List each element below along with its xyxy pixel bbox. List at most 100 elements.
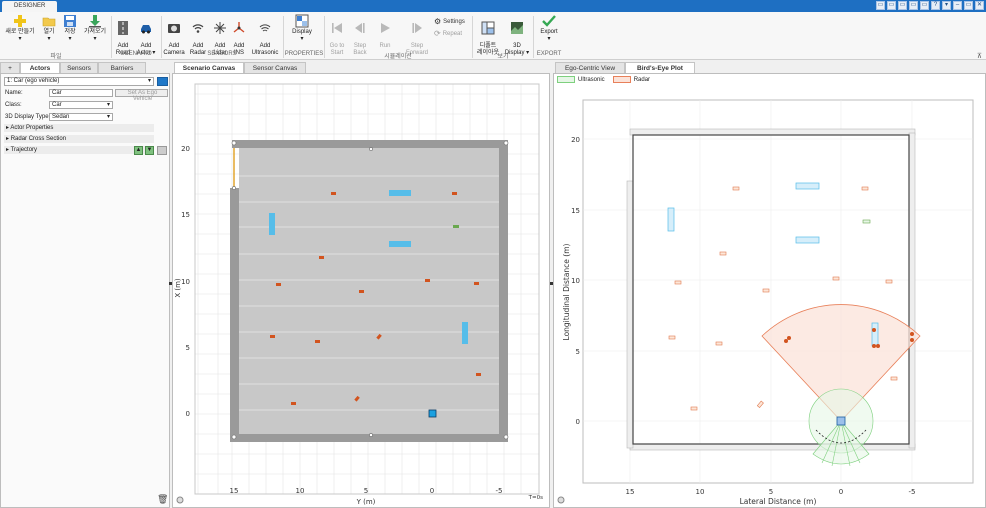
- display-button[interactable]: Display ▾: [286, 14, 318, 43]
- group-label-scenario: SCENARIO: [120, 51, 152, 57]
- open-button[interactable]: 열기 ▾: [39, 14, 59, 43]
- quick-access-icon-2[interactable]: ▭: [887, 1, 896, 10]
- actor-car[interactable]: [474, 282, 479, 285]
- add-tab-button[interactable]: +: [0, 62, 20, 73]
- y-tick: 0: [430, 487, 434, 495]
- barrier-right[interactable]: [499, 144, 508, 442]
- scenario-canvas-svg[interactable]: 0 5 10 15 20 15 10 5 0 -5 X (m) Y (m) T=…: [173, 74, 549, 507]
- actor-car[interactable]: [276, 283, 281, 286]
- longitudinal-tick: 20: [571, 136, 580, 144]
- camera-icon: [168, 24, 180, 33]
- help-icon[interactable]: ?: [931, 1, 940, 10]
- actor-bicycle[interactable]: [453, 225, 459, 228]
- tab-ego-centric-view[interactable]: Ego-Centric View: [555, 62, 625, 73]
- settings-gear-icon[interactable]: [557, 496, 565, 504]
- actor-car[interactable]: [476, 373, 481, 376]
- collapse-ribbon-icon[interactable]: ⊼: [977, 52, 982, 60]
- tab-designer[interactable]: DESIGNER: [2, 1, 58, 12]
- group-separator: [324, 16, 325, 58]
- tab-scenario-canvas[interactable]: Scenario Canvas: [174, 62, 244, 73]
- barrier-left[interactable]: [230, 188, 239, 442]
- section-trajectory[interactable]: ▸ Trajectory: [4, 146, 154, 154]
- maximize-icon[interactable]: ▭: [964, 1, 973, 10]
- settings-button[interactable]: ⚙ Settings: [434, 17, 465, 26]
- save-button[interactable]: 저장 ▾: [60, 14, 80, 43]
- actor-car[interactable]: [291, 402, 296, 405]
- actor-car[interactable]: [359, 290, 364, 293]
- splitter-handle-right[interactable]: [550, 282, 553, 285]
- actor-color-swatch[interactable]: [157, 77, 168, 86]
- actor-truck[interactable]: [269, 213, 275, 235]
- actor-truck[interactable]: [462, 322, 468, 344]
- export-button[interactable]: Export ▾: [536, 14, 562, 43]
- quick-access-icon-4[interactable]: ▭: [909, 1, 918, 10]
- tab-sensor-canvas[interactable]: Sensor Canvas: [244, 62, 306, 73]
- section-actor-properties[interactable]: ▸ Actor Properties: [4, 124, 154, 132]
- actor-car[interactable]: [425, 279, 430, 282]
- road-icon: [118, 21, 128, 35]
- tab-barriers[interactable]: Barriers: [98, 62, 146, 73]
- birds-eye-plot[interactable]: Ultrasonic Radar 15 10 5 0 -5 0 5 10 15 …: [553, 73, 986, 508]
- settings-gear-icon[interactable]: [176, 496, 184, 504]
- x-axis-ticks: 0 5 10 15 20: [181, 145, 190, 418]
- class-select[interactable]: Car ▾: [49, 101, 113, 109]
- run-button[interactable]: Run: [375, 14, 395, 50]
- bicycle-outline[interactable]: [862, 219, 871, 224]
- name-field[interactable]: Car: [49, 89, 113, 97]
- left-tab-strip: + Actors Sensors Barriers: [0, 62, 170, 73]
- group-separator: [472, 16, 473, 58]
- move-down-icon[interactable]: ▼: [145, 146, 154, 155]
- group-label-properties: PROPERTIES: [284, 51, 324, 57]
- actor-truck[interactable]: [389, 241, 411, 247]
- class-label: Class:: [5, 102, 22, 108]
- lateral-ticks: 15 10 5 0 -5: [626, 488, 916, 496]
- ego-vehicle-marker[interactable]: [836, 416, 846, 426]
- tab-sensors[interactable]: Sensors: [60, 62, 98, 73]
- actor-car[interactable]: [270, 335, 275, 338]
- section-radar-cross-section[interactable]: ▸ Radar Cross Section: [4, 135, 154, 143]
- ultrasonic-coverage[interactable]: [808, 388, 874, 467]
- group-label-simulation: 시뮬레이션: [384, 54, 412, 60]
- title-strip: DESIGNER ▭ ▭ ▭ ▭ ▭ ? ▾ – ▭ ✕: [0, 0, 986, 12]
- longitudinal-tick: 0: [576, 418, 580, 426]
- gear-icon: ⚙: [434, 17, 442, 26]
- checkmark-icon: [542, 15, 556, 27]
- actor-car[interactable]: [319, 256, 324, 259]
- y-axis-label: Y (m): [356, 498, 376, 506]
- waypoint-table-icon[interactable]: [157, 146, 167, 155]
- trash-icon[interactable]: 🗑: [157, 494, 168, 504]
- y-tick: 15: [230, 487, 239, 495]
- chevron-down-icon[interactable]: ▾: [942, 1, 951, 10]
- close-icon[interactable]: ✕: [975, 1, 984, 10]
- import-button[interactable]: 가져오기 ▾: [82, 14, 108, 43]
- actor-car[interactable]: [452, 192, 457, 195]
- road-surface[interactable]: [239, 148, 499, 434]
- actor-car[interactable]: [315, 340, 320, 343]
- minimize-icon[interactable]: –: [953, 1, 962, 10]
- tab-actors[interactable]: Actors: [20, 62, 60, 73]
- display-type-select[interactable]: Sedan ▾: [49, 113, 113, 121]
- chevron-down-icon: ▾: [147, 78, 151, 84]
- group-label-export: EXPORT: [536, 51, 562, 57]
- set-as-ego-button[interactable]: Set As Ego Vehicle: [115, 89, 168, 102]
- longitudinal-ticks: 0 5 10 15 20: [571, 136, 580, 426]
- quick-access-icon-3[interactable]: ▭: [898, 1, 907, 10]
- folder-icon: [42, 17, 56, 27]
- new-button[interactable]: 새로 만들기 ▾: [3, 14, 37, 43]
- move-up-icon[interactable]: ▲: [134, 146, 143, 155]
- ego-vehicle[interactable]: [428, 409, 437, 418]
- birds-eye-svg[interactable]: 15 10 5 0 -5 0 5 10 15 20 Lateral Distan…: [554, 74, 985, 507]
- actor-truck[interactable]: [389, 190, 411, 196]
- quick-access-icon-5[interactable]: ▭: [920, 1, 929, 10]
- chevron-down-icon: ▾: [106, 102, 110, 108]
- splitter-handle-left[interactable]: [169, 282, 172, 285]
- lidar-icon: [214, 22, 226, 34]
- actor-select[interactable]: 1: Car (ego vehicle) ▾: [4, 77, 154, 86]
- actor-car[interactable]: [331, 192, 336, 195]
- barrier-top[interactable]: [232, 140, 508, 148]
- quick-access-icon-1[interactable]: ▭: [876, 1, 885, 10]
- scenario-canvas[interactable]: 0 5 10 15 20 15 10 5 0 -5 X (m) Y (m) T=…: [172, 73, 550, 508]
- tab-birds-eye-plot[interactable]: Bird's-Eye Plot: [625, 62, 695, 73]
- step-forward-icon: [412, 23, 422, 33]
- repeat-toggle[interactable]: ⟳ Repeat: [434, 29, 462, 38]
